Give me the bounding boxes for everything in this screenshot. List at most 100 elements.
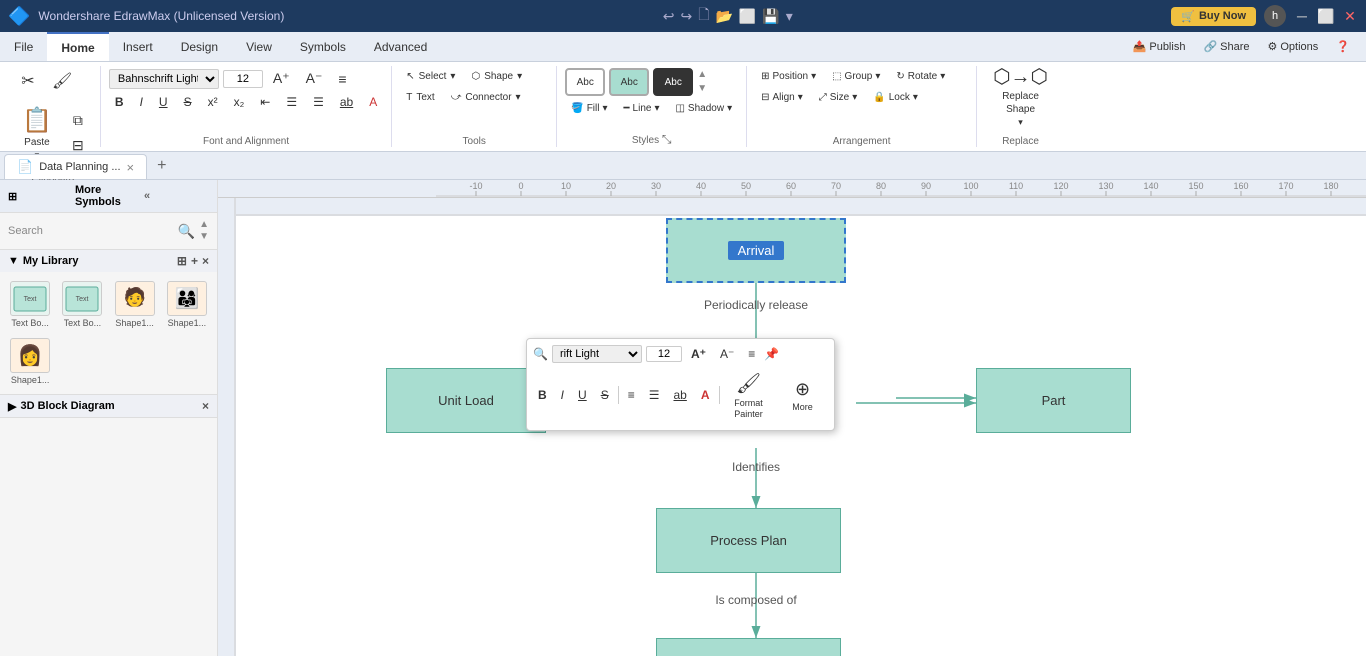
floating-unordered-list-btn[interactable]: ☰ [644, 386, 665, 404]
shape-item[interactable]: 👨‍👩‍👧 Shape1... [163, 278, 211, 331]
styles-down-arrow[interactable]: ▼ [697, 83, 707, 95]
floating-ordered-list-btn[interactable]: ≡ [623, 386, 640, 404]
tab-close-btn[interactable]: × [127, 160, 135, 175]
floating-underline-btn[interactable]: U [573, 386, 592, 404]
line-button[interactable]: ━ Line ▾ [618, 100, 666, 117]
floating-incfont-btn[interactable]: A⁺ [686, 345, 711, 363]
cut-button[interactable]: ✂ [14, 68, 42, 94]
select-dropdown-icon[interactable]: ▾ [450, 71, 455, 82]
floating-fontcolor-btn[interactable]: A [696, 386, 715, 404]
align-btn[interactable]: ≡ [332, 69, 352, 89]
menu-symbols[interactable]: Symbols [286, 32, 360, 61]
library-expand-btn[interactable]: ⊞ [177, 254, 187, 268]
shape-button[interactable]: ⬡ Shape ▾ [465, 68, 528, 85]
shape-item[interactable]: 👩 Shape1... [6, 335, 54, 388]
floating-font-select[interactable]: rift Light [552, 345, 642, 363]
share-button[interactable]: 🔗 Share [1197, 38, 1255, 55]
indent-dec-btn[interactable]: ⇤ [254, 93, 276, 111]
library-close-btn[interactable]: × [202, 254, 209, 268]
options-button[interactable]: ⚙ Options [1262, 38, 1325, 55]
subscript-btn[interactable]: x₂ [228, 93, 251, 111]
floating-pin-icon[interactable]: 📌 [764, 347, 779, 361]
floating-bold-btn[interactable]: B [533, 386, 552, 404]
decrease-font-btn[interactable]: A⁻ [300, 68, 329, 89]
help-button[interactable]: ❓ [1330, 38, 1356, 55]
line-dropdown-icon[interactable]: ▾ [654, 103, 659, 114]
lock-dropdown-icon[interactable]: ▾ [913, 92, 918, 103]
floating-decfont-btn[interactable]: A⁻ [715, 345, 739, 363]
menu-home[interactable]: Home [47, 32, 108, 61]
replace-dropdown-icon[interactable]: ▾ [1018, 117, 1023, 128]
rotate-button[interactable]: ↻ Rotate ▾ [890, 68, 951, 85]
process-plan-box[interactable]: Process Plan [656, 508, 841, 573]
floating-ab-btn[interactable]: ab [668, 386, 691, 404]
copy-button[interactable]: ⧉ [64, 109, 92, 132]
open-icon[interactable]: 📂 [715, 8, 732, 25]
shape-dropdown-icon[interactable]: ▾ [517, 71, 522, 82]
position-dropdown-icon[interactable]: ▾ [811, 71, 816, 82]
format-painter-action[interactable]: 🖌 FormatPainter [724, 367, 774, 424]
size-button[interactable]: ⤢ Size ▾ [813, 89, 863, 106]
library-add-btn[interactable]: + [191, 254, 198, 268]
select-button[interactable]: ↖ Select ▾ [400, 68, 461, 85]
list-btn[interactable]: ☰ [307, 93, 330, 111]
italic-btn[interactable]: I [134, 93, 149, 111]
group-dropdown-icon[interactable]: ▾ [875, 71, 880, 82]
font-color-btn[interactable]: A [363, 93, 383, 111]
restore-button[interactable]: ⬜ [1318, 8, 1334, 24]
shape-item[interactable]: Text Text Bo... [6, 278, 54, 331]
canvas[interactable]: Arrival Unit Load ...ned to form Part Pr… [236, 198, 1366, 656]
shadow-button[interactable]: ◫ Shadow ▾ [669, 100, 738, 117]
block-close-btn[interactable]: × [202, 399, 209, 413]
save-icon[interactable]: 💾 [762, 8, 779, 25]
size-dropdown-icon[interactable]: ▾ [852, 92, 857, 103]
text-button[interactable]: T Text [400, 89, 440, 106]
unit-load-box[interactable]: Unit Load [386, 368, 546, 433]
replace-shape-button[interactable]: ⬡→⬡ Replace Shape ▾ [985, 66, 1056, 126]
connector-dropdown-icon[interactable]: ▾ [516, 92, 521, 103]
document-tab[interactable]: 📄 Data Planning ... × [4, 154, 147, 179]
font-size-input[interactable] [223, 70, 263, 88]
superscript-btn[interactable]: x² [202, 93, 224, 111]
block-diagram-header[interactable]: ▶ 3D Block Diagram × [0, 395, 217, 417]
restore-icon[interactable]: ⬜ [739, 8, 756, 25]
shadow-dropdown-icon[interactable]: ▾ [727, 103, 732, 114]
strikethrough-btn[interactable]: S [178, 93, 198, 111]
menu-file[interactable]: File [0, 32, 47, 61]
minimize-button[interactable]: ─ [1294, 8, 1310, 24]
styles-up-arrow[interactable]: ▲ [697, 69, 707, 81]
publish-button[interactable]: 📤 Publish [1127, 38, 1192, 55]
font-family-select[interactable]: Bahnschrift Light [109, 69, 219, 89]
my-library-header[interactable]: ▼ My Library ⊞ + × [0, 250, 217, 272]
format-painter-btn[interactable]: 🖌 [46, 68, 78, 94]
undo-icon[interactable]: ↩ [663, 8, 675, 25]
style-box-3[interactable]: Abc [653, 68, 693, 96]
user-avatar[interactable]: h [1264, 5, 1286, 27]
search-icon[interactable]: 🔍 [178, 223, 195, 240]
style-box-1[interactable]: Abc [565, 68, 605, 96]
rotate-dropdown-icon[interactable]: ▾ [940, 71, 945, 82]
bottom-box[interactable] [656, 638, 841, 656]
position-button[interactable]: ⊞ Position ▾ [755, 68, 822, 85]
bold-btn[interactable]: B [109, 93, 130, 111]
floating-size-input[interactable] [646, 346, 682, 362]
search-scroll-up[interactable]: ▲ [199, 219, 209, 231]
bullet-btn[interactable]: ☰ [280, 93, 303, 111]
new-icon[interactable]: 🗋 [698, 4, 709, 28]
menu-design[interactable]: Design [167, 32, 232, 61]
sidebar-collapse-btn[interactable]: « [142, 188, 209, 204]
group-button[interactable]: ⬚ Group ▾ [826, 68, 886, 85]
fill-button[interactable]: 🪣 Fill ▾ [565, 100, 613, 117]
floating-italic-btn[interactable]: I [556, 386, 569, 404]
menu-view[interactable]: View [232, 32, 286, 61]
align-button[interactable]: ⊟ Align ▾ [755, 89, 809, 106]
close-button[interactable]: ✕ [1342, 8, 1358, 24]
menu-advanced[interactable]: Advanced [360, 32, 441, 61]
buy-now-button[interactable]: 🛒 Buy Now [1171, 7, 1256, 26]
part-box[interactable]: Part [976, 368, 1131, 433]
ab-underline-btn[interactable]: ab [334, 93, 359, 111]
floating-strikethrough-btn[interactable]: S [596, 386, 614, 404]
style-box-2[interactable]: Abc [609, 68, 649, 96]
fill-dropdown-icon[interactable]: ▾ [602, 103, 607, 114]
more-qa-icon[interactable]: ▾ [786, 8, 793, 25]
